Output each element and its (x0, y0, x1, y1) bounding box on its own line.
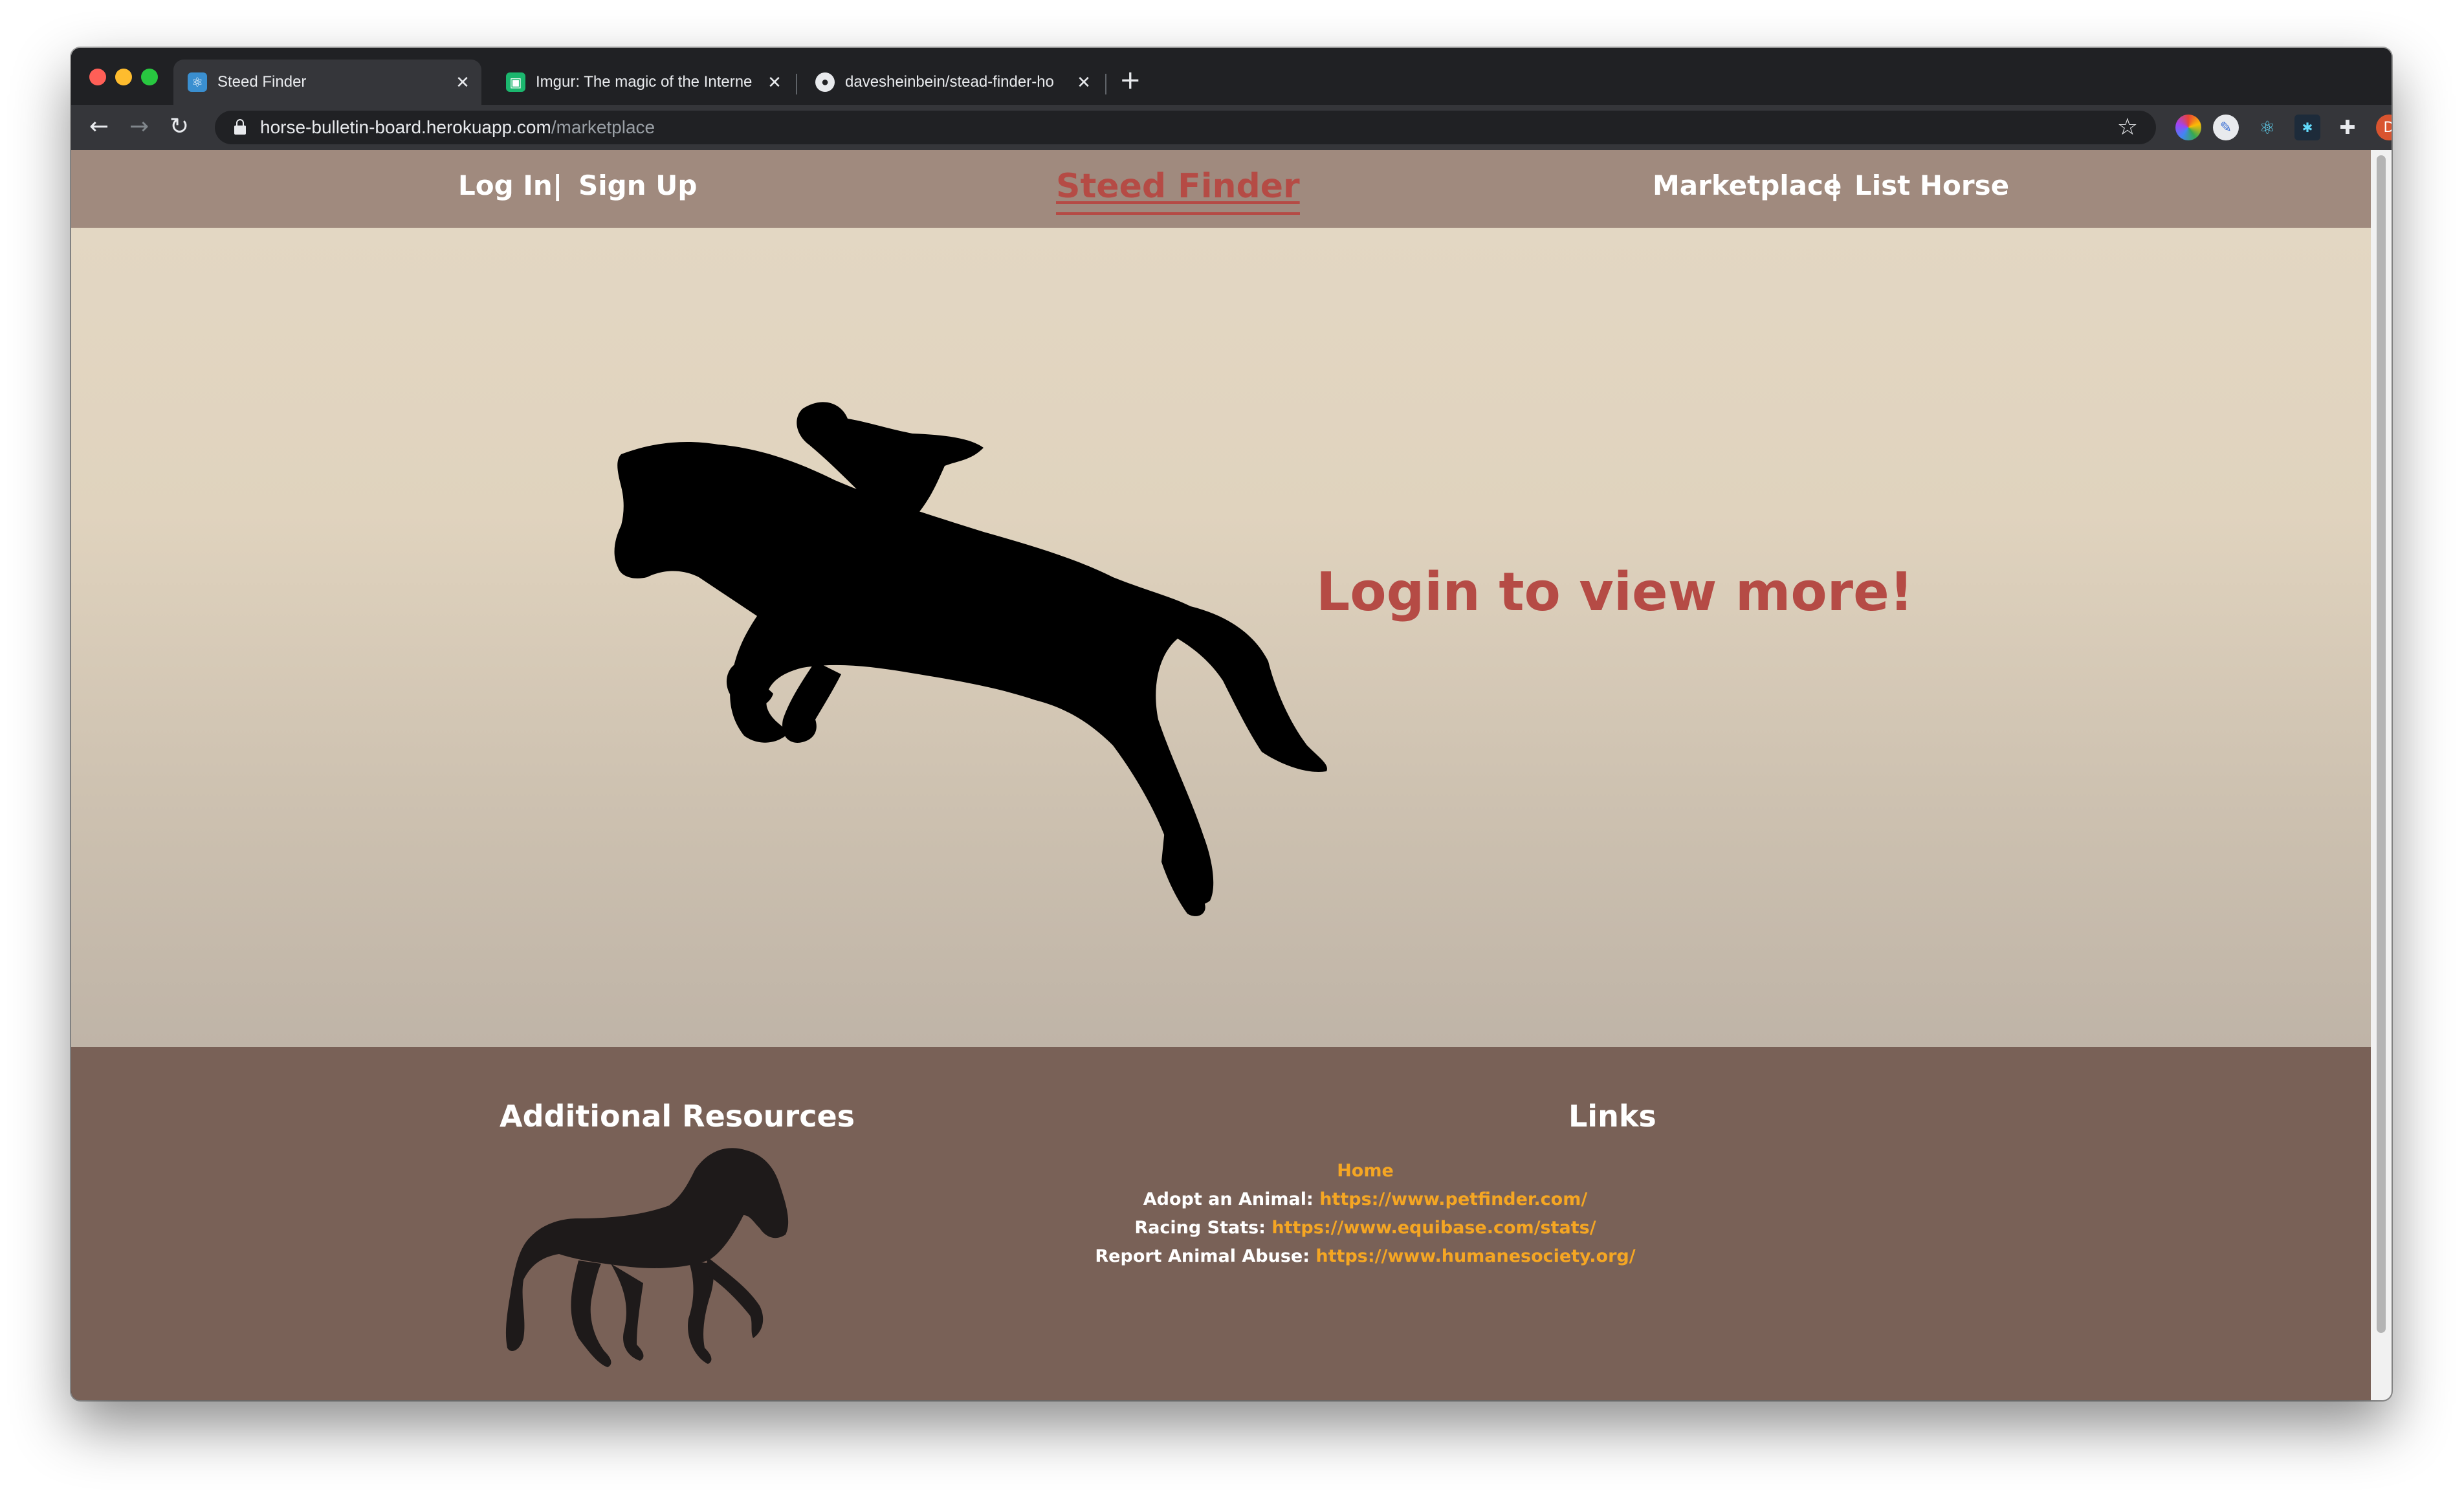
list-horse-link[interactable]: List Horse (1854, 170, 2009, 201)
link-label: Adopt an Animal: (1143, 1189, 1314, 1209)
close-window-button[interactable] (89, 69, 106, 85)
close-tab-icon[interactable]: ✕ (765, 72, 784, 93)
tab-steed-finder[interactable]: ⚛ Steed Finder ✕ (173, 60, 481, 105)
brand-title-link[interactable]: Steed Finder (1056, 167, 1300, 215)
tab-title: davesheinbein/stead-finder-ho (845, 73, 1054, 91)
minimize-window-button[interactable] (115, 69, 132, 85)
browser-toolbar: ← → ↻ horse-bulletin-board.herokuapp.com… (71, 105, 2392, 150)
link-label: Report Animal Abuse: (1095, 1246, 1310, 1266)
home-link[interactable]: Home (1337, 1161, 1394, 1181)
react-icon: ⚛ (188, 72, 207, 92)
tab-title: Steed Finder (217, 73, 307, 91)
trotting-horse-silhouette (505, 1148, 789, 1367)
react-devtools-icon[interactable]: ⚛ (2254, 115, 2280, 140)
browser-window: ⚛ Steed Finder ✕ ▣ Imgur: The magic of t… (71, 48, 2392, 1400)
tab-imgur[interactable]: ▣ Imgur: The magic of the Interne ✕ (492, 60, 793, 105)
new-tab-button[interactable]: + (1119, 66, 1141, 94)
humanesociety-link[interactable]: https://www.humanesociety.org/ (1315, 1246, 1635, 1266)
forward-arrow-icon[interactable]: → (129, 113, 149, 141)
list-item: Adopt an Animal: https://www.petfinder.c… (977, 1185, 1754, 1214)
bookmark-star-icon[interactable]: ☆ (2117, 113, 2138, 140)
home-link-row: Home (977, 1157, 1754, 1185)
profile-initial: D (2383, 119, 2392, 136)
jumping-horse-rider-silhouette (614, 402, 1327, 916)
close-tab-icon[interactable]: ✕ (1074, 72, 1094, 93)
list-item: Report Animal Abuse: https://www.humanes… (977, 1242, 1754, 1271)
tab-strip: ⚛ Steed Finder ✕ ▣ Imgur: The magic of t… (71, 48, 2392, 105)
tab-github[interactable]: ● davesheinbein/stead-finder-ho ✕ (801, 60, 1103, 105)
scrollbar-thumb[interactable] (2377, 155, 2386, 1333)
url-host: horse-bulletin-board.herokuapp.com (260, 117, 551, 137)
reload-icon[interactable]: ↻ (170, 113, 189, 141)
github-icon: ● (815, 72, 835, 92)
page-scrollbar[interactable] (2371, 150, 2392, 1400)
hero-section: Login to view more! (71, 228, 2371, 1047)
tab-separator (796, 74, 797, 94)
redux-devtools-icon[interactable]: ✱ (2294, 115, 2320, 140)
tab-title: Imgur: The magic of the Interne (536, 73, 753, 91)
login-prompt-message: Login to view more! (1316, 562, 1914, 623)
tab-separator (1105, 74, 1106, 94)
nav-separator: | (553, 170, 563, 201)
links-heading: Links (1568, 1099, 1656, 1134)
site-footer: Additional Resources Links Home Adopt an… (71, 1047, 2371, 1400)
compass-extension-icon[interactable]: ✎ (2213, 115, 2239, 140)
petfinder-link[interactable]: https://www.petfinder.com/ (1319, 1189, 1587, 1209)
lock-icon (234, 119, 246, 135)
close-tab-icon[interactable]: ✕ (453, 72, 472, 93)
color-extension-icon[interactable] (2175, 115, 2201, 140)
equibase-link[interactable]: https://www.equibase.com/stats/ (1271, 1218, 1596, 1238)
profile-avatar[interactable]: D (2376, 115, 2392, 140)
address-bar[interactable]: horse-bulletin-board.herokuapp.com/marke… (215, 111, 2156, 144)
link-label: Racing Stats: (1134, 1218, 1266, 1238)
page-viewport: Log In | Sign Up Steed Finder Marketplac… (71, 150, 2371, 1400)
url-path: /marketplace (551, 117, 655, 137)
list-item: Racing Stats: https://www.equibase.com/s… (977, 1214, 1754, 1242)
footer-links-list: Home Adopt an Animal: https://www.petfin… (977, 1157, 1754, 1271)
additional-resources-heading: Additional Resources (500, 1099, 855, 1134)
imgur-icon: ▣ (506, 72, 525, 92)
login-link[interactable]: Log In (458, 170, 553, 201)
site-navbar: Log In | Sign Up Steed Finder Marketplac… (71, 150, 2371, 228)
extensions-puzzle-icon[interactable]: ✚ (2335, 115, 2360, 140)
back-arrow-icon[interactable]: ← (89, 113, 109, 141)
marketplace-link[interactable]: Marketplace (1653, 170, 1842, 201)
zoom-window-button[interactable] (141, 69, 158, 85)
nav-separator: | (1830, 170, 1840, 201)
signup-link[interactable]: Sign Up (578, 170, 697, 201)
